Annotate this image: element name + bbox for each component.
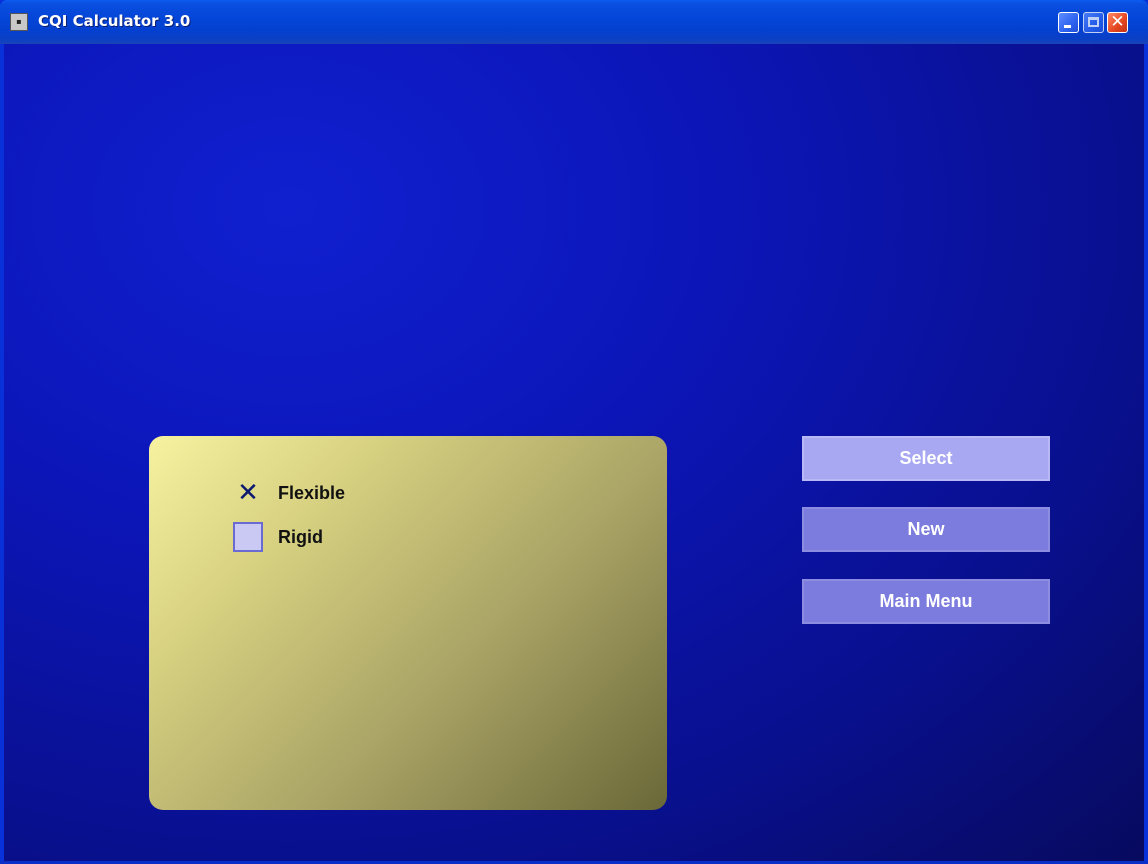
maximize-button[interactable] [1083, 12, 1104, 33]
title-bar[interactable]: ▪ CQI Calculator 3.0 ✕ [0, 0, 1148, 44]
minimize-button[interactable] [1058, 12, 1079, 33]
close-icon: ✕ [1110, 12, 1125, 32]
minimize-icon [1064, 25, 1071, 28]
new-button[interactable]: New [802, 507, 1050, 552]
select-button[interactable]: Select [802, 436, 1050, 481]
main-menu-button[interactable]: Main Menu [802, 579, 1050, 624]
client-area: ✕ Flexible Rigid Select New Main Menu [4, 44, 1144, 861]
check-x-icon: ✕ [237, 478, 259, 508]
app-window: ▪ CQI Calculator 3.0 ✕ ✕ Flexible Rigid … [0, 0, 1148, 864]
maximize-icon [1088, 17, 1099, 27]
app-icon[interactable]: ▪ [10, 13, 28, 31]
pavement-type-panel: ✕ Flexible Rigid [149, 436, 667, 810]
close-button[interactable]: ✕ [1107, 12, 1128, 33]
flexible-label[interactable]: Flexible [278, 483, 345, 504]
rigid-label[interactable]: Rigid [278, 527, 323, 548]
flexible-checkbox[interactable]: ✕ [233, 478, 263, 508]
rigid-checkbox[interactable] [233, 522, 263, 552]
window-title: CQI Calculator 3.0 [38, 12, 191, 30]
